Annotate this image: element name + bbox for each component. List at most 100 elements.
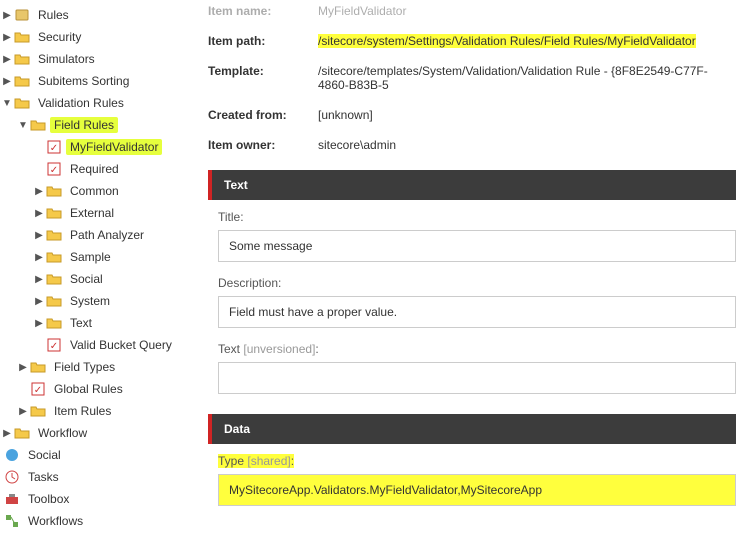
tree-node-social[interactable]: ▶ Social — [2, 268, 198, 290]
folder-icon — [46, 183, 62, 199]
template-value: /sitecore/templates/System/Validation/Va… — [318, 64, 736, 92]
tree-node-field-rules[interactable]: ▼ Field Rules — [2, 114, 198, 136]
folder-icon — [46, 271, 62, 287]
description-group: Description: — [208, 276, 736, 342]
expand-arrow[interactable]: ▶ — [34, 252, 44, 263]
tree-label: System — [66, 293, 114, 309]
tree-label: Security — [34, 29, 85, 45]
item-name-row: Item name: MyFieldValidator — [208, 0, 736, 30]
expand-arrow[interactable]: ▶ — [2, 54, 12, 65]
toolbox-icon — [4, 491, 20, 507]
tree-label: External — [66, 205, 118, 221]
description-input[interactable] — [218, 296, 736, 328]
svg-text:✓: ✓ — [50, 165, 58, 176]
tree-label: MyFieldValidator — [66, 139, 162, 155]
expand-arrow[interactable]: ▶ — [18, 362, 28, 373]
tree-label: Validation Rules — [34, 95, 128, 111]
folder-icon — [14, 51, 30, 67]
folder-icon — [30, 117, 46, 133]
folder-icon — [46, 205, 62, 221]
item-owner-row: Item owner: sitecore\admin — [208, 134, 736, 164]
tree-label: Social — [24, 447, 65, 463]
type-input[interactable] — [218, 474, 736, 506]
tree-label: Path Analyzer — [66, 227, 148, 243]
tree-node-item-rules[interactable]: ▶ Item Rules — [2, 400, 198, 422]
title-input[interactable] — [218, 230, 736, 262]
content-editor: Item name: MyFieldValidator Item path: /… — [198, 0, 736, 553]
tree-node-common[interactable]: ▶ Common — [2, 180, 198, 202]
rules-icon — [14, 7, 30, 23]
item-name-value: MyFieldValidator — [318, 4, 736, 18]
expand-arrow[interactable]: ▶ — [34, 230, 44, 241]
tree-node-workflows[interactable]: Workflows — [2, 510, 198, 532]
template-row: Template: /sitecore/templates/System/Val… — [208, 60, 736, 104]
tasks-icon — [4, 469, 20, 485]
validator-icon: ✓ — [46, 337, 62, 353]
expand-arrow[interactable]: ▶ — [2, 428, 12, 439]
item-path-row: Item path: /sitecore/system/Settings/Val… — [208, 30, 736, 60]
tree-node-field-types[interactable]: ▶ Field Types — [2, 356, 198, 378]
svg-text:✓: ✓ — [50, 143, 58, 154]
svg-text:✓: ✓ — [34, 385, 42, 396]
tree-node-text[interactable]: ▶ Text — [2, 312, 198, 334]
tree-node-system[interactable]: ▶ System — [2, 290, 198, 312]
tree-node-sample[interactable]: ▶ Sample — [2, 246, 198, 268]
tree-node-external[interactable]: ▶ External — [2, 202, 198, 224]
item-owner-label: Item owner: — [208, 138, 318, 152]
text-group: Text [unversioned]: — [208, 342, 736, 408]
tree-label: Field Types — [50, 359, 119, 375]
expand-arrow[interactable]: ▶ — [34, 208, 44, 219]
title-label: Title: — [218, 210, 736, 224]
expand-arrow[interactable]: ▶ — [34, 274, 44, 285]
expand-arrow[interactable]: ▶ — [34, 296, 44, 307]
folder-icon — [30, 359, 46, 375]
tree-label: Tasks — [24, 469, 63, 485]
tree-label: Valid Bucket Query — [66, 337, 176, 353]
tree-label: Sample — [66, 249, 115, 265]
section-text[interactable]: Text — [208, 170, 736, 200]
tree-node-social-root[interactable]: Social — [2, 444, 198, 466]
tree-node-workflow[interactable]: ▶ Workflow — [2, 422, 198, 444]
svg-text:✓: ✓ — [50, 341, 58, 352]
tree-node-security[interactable]: ▶ Security — [2, 26, 198, 48]
tree-label: Rules — [34, 7, 73, 23]
folder-icon — [14, 95, 30, 111]
tree-node-myfieldvalidator[interactable]: ▶ ✓ MyFieldValidator — [2, 136, 198, 158]
type-label: Type [shared]: — [218, 454, 736, 468]
folder-icon — [14, 29, 30, 45]
collapse-arrow[interactable]: ▼ — [18, 120, 28, 131]
tree-node-global-rules[interactable]: ▶ ✓ Global Rules — [2, 378, 198, 400]
tree-label: Workflow — [34, 425, 91, 441]
expand-arrow[interactable]: ▶ — [2, 76, 12, 87]
text-label: Text [unversioned]: — [218, 342, 736, 356]
tree-node-valid-bucket-query[interactable]: ▶ ✓ Valid Bucket Query — [2, 334, 198, 356]
tree-node-path-analyzer[interactable]: ▶ Path Analyzer — [2, 224, 198, 246]
tree-node-tasks[interactable]: Tasks — [2, 466, 198, 488]
collapse-arrow[interactable]: ▼ — [2, 98, 12, 109]
expand-arrow[interactable]: ▶ — [2, 10, 12, 21]
folder-icon — [30, 403, 46, 419]
tree-label: Field Rules — [50, 117, 118, 133]
tree-node-rules[interactable]: ▶ Rules — [2, 4, 198, 26]
tree-label: Social — [66, 271, 107, 287]
tree-label: Simulators — [34, 51, 99, 67]
section-data[interactable]: Data — [208, 414, 736, 444]
expand-arrow[interactable]: ▶ — [34, 186, 44, 197]
tree-node-toolbox[interactable]: Toolbox — [2, 488, 198, 510]
tree-node-required[interactable]: ▶ ✓ Required — [2, 158, 198, 180]
expand-arrow[interactable]: ▶ — [2, 32, 12, 43]
text-input[interactable] — [218, 362, 736, 394]
folder-icon — [46, 249, 62, 265]
validator-icon: ✓ — [46, 139, 62, 155]
tree-label: Item Rules — [50, 403, 115, 419]
folder-icon — [46, 293, 62, 309]
expand-arrow[interactable]: ▶ — [18, 406, 28, 417]
tree-node-subitems-sorting[interactable]: ▶ Subitems Sorting — [2, 70, 198, 92]
tree-label: Subitems Sorting — [34, 73, 133, 89]
expand-arrow[interactable]: ▶ — [34, 318, 44, 329]
tree-node-validation-rules[interactable]: ▼ Validation Rules — [2, 92, 198, 114]
validator-icon: ✓ — [46, 161, 62, 177]
tree-label: Workflows — [24, 513, 87, 529]
tree-node-simulators[interactable]: ▶ Simulators — [2, 48, 198, 70]
validator-icon: ✓ — [30, 381, 46, 397]
